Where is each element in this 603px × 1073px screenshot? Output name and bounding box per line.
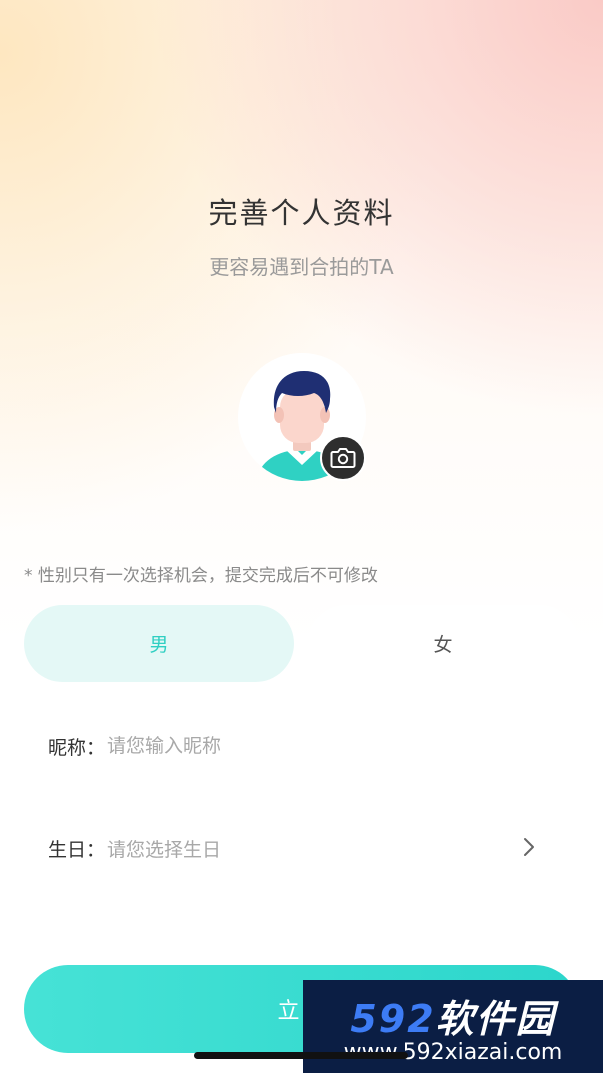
page-title: 完善个人资料 [208, 196, 395, 230]
profile-setup-page: 完善个人资料 更容易遇到合拍的TA * 性别只有一次选择机会，提交完成后不可修改… [0, 0, 603, 1073]
gender-male-button[interactable]: 男 [24, 605, 294, 682]
gender-notice: * 性别只有一次选择机会，提交完成后不可修改 [24, 566, 378, 586]
nickname-field[interactable]: 昵称： [24, 707, 579, 785]
birthday-field[interactable]: 生日： 请您选择生日 [24, 809, 579, 887]
gender-female-label: 女 [433, 634, 453, 656]
birthday-label: 生日： [48, 838, 106, 861]
watermark-logo: 592软件园 www.592xiazai.com [303, 980, 603, 1073]
home-indicator[interactable] [194, 1052, 408, 1059]
nickname-label: 昵称： [48, 736, 106, 759]
watermark-brand-text: 软件园 [435, 997, 556, 1041]
page-subtitle: 更容易遇到合拍的TA [209, 255, 394, 279]
gender-male-label: 男 [149, 634, 169, 656]
change-avatar-button[interactable] [320, 435, 366, 481]
camera-icon [330, 448, 356, 468]
watermark-brand: 592软件园 [303, 988, 603, 1043]
gender-female-button[interactable]: 女 [308, 605, 578, 682]
chevron-right-icon [524, 838, 534, 856]
watermark-brand-number: 592 [350, 997, 436, 1041]
birthday-placeholder: 请您选择生日 [107, 838, 222, 861]
nickname-input[interactable] [107, 735, 408, 757]
